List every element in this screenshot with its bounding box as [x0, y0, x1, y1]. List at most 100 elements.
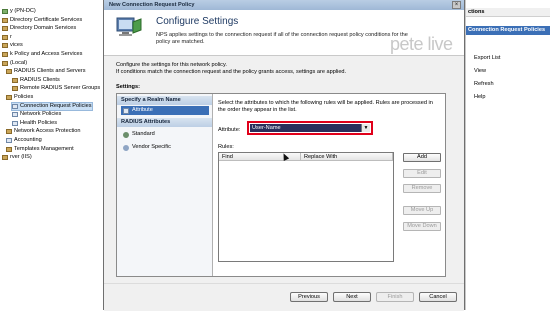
tree-item-label: r: [10, 33, 12, 40]
action-refresh[interactable]: Refresh: [474, 81, 494, 87]
actions-subtitle[interactable]: Connection Request Policies: [466, 26, 550, 35]
globe-icon: [123, 131, 129, 138]
next-button[interactable]: Next: [333, 292, 371, 302]
nav-item-attribute[interactable]: Attribute: [121, 106, 209, 115]
attribute-value: User-Name: [252, 125, 281, 131]
folder-icon: [6, 146, 12, 152]
tree-item[interactable]: Health Policies: [12, 120, 57, 127]
folder-icon: [2, 26, 8, 32]
attribute-icon: [123, 107, 129, 114]
folder-icon: [2, 17, 8, 23]
tree-item[interactable]: y (PN-DC): [2, 8, 36, 15]
tree-item[interactable]: Templates Management: [6, 146, 74, 153]
attribute-dropdown[interactable]: User-Name ▼: [250, 124, 370, 132]
column-replace-with[interactable]: Replace With: [301, 153, 393, 161]
tree-item[interactable]: Directory Domain Services: [2, 25, 76, 32]
nav-item-label: Attribute: [132, 107, 153, 113]
folder-icon: [6, 95, 12, 100]
tree-item[interactable]: RADIUS Clients and Servers: [6, 68, 86, 75]
tree-item-label: k Policy and Access Services: [10, 51, 83, 57]
tree-item[interactable]: vices: [2, 42, 23, 49]
page-icon: [12, 112, 18, 118]
move-up-button[interactable]: Move Up: [403, 206, 441, 215]
tree-item-label: RADIUS Clients and Servers: [14, 68, 86, 75]
tree-item-label: Remote RADIUS Server Groups: [20, 85, 101, 92]
nav-item-label: Vendor Specific: [132, 144, 171, 150]
rules-label: Rules:: [218, 144, 234, 150]
wizard-header: Configure Settings NPS applies settings …: [104, 10, 464, 56]
tree-item[interactable]: r: [2, 34, 12, 41]
nav-section-radius: RADIUS Attributes: [117, 118, 212, 127]
tree-item-label: RADIUS Clients: [20, 76, 60, 83]
tree-item-label: Templates Management: [14, 145, 74, 152]
tree-item[interactable]: k Policy and Access Services: [2, 51, 82, 58]
move-down-button[interactable]: Move Down: [403, 222, 441, 231]
tree-item-label: Policies: [14, 94, 34, 100]
attribute-label: Attribute:: [218, 127, 241, 133]
tree-item[interactable]: rver (IIS): [2, 154, 32, 161]
pane-description: Select the attributes to which the follo…: [218, 100, 433, 113]
action-help[interactable]: Help: [474, 94, 486, 100]
page-icon: [6, 138, 12, 143]
edit-button[interactable]: Edit: [403, 169, 441, 178]
tree-item-label: Directory Domain Services: [10, 25, 77, 32]
tree-item-label: Network Policies: [20, 111, 62, 118]
nav-item-label: Standard: [132, 131, 155, 137]
tree-item[interactable]: Accounting: [6, 137, 42, 144]
tree-item-label: (Local): [10, 59, 28, 66]
folder-icon: [2, 34, 8, 40]
server-icon: [2, 9, 8, 14]
page-icon: [12, 120, 18, 126]
wizard-footer: Previous Next Finish Cancel: [104, 283, 464, 311]
dialog-title: New Connection Request Policy: [109, 2, 195, 8]
chevron-down-icon[interactable]: ▼: [361, 124, 370, 132]
finish-button[interactable]: Finish: [376, 292, 414, 302]
console-tree: y (PN-DC) Directory Certificate Services D…: [0, 0, 105, 310]
action-view[interactable]: View: [474, 68, 486, 74]
tree-item-label: y (PN-DC): [10, 8, 36, 14]
tree-item[interactable]: Network Policies: [12, 111, 61, 118]
tree-item-label: Health Policies: [20, 119, 57, 126]
computer-icon: [116, 17, 142, 36]
page-title: Configure Settings: [156, 16, 239, 27]
tree-item-label: vices: [10, 42, 23, 49]
settings-nav: Specify a Realm Name Attribute RADIUS At…: [117, 94, 213, 276]
actions-title: ctions: [466, 8, 550, 17]
tree-item[interactable]: Network Access Protection: [6, 128, 81, 135]
folder-icon: [2, 52, 8, 57]
nav-item-standard[interactable]: Standard: [121, 130, 209, 139]
intro-text: Configure the settings for this network …: [116, 62, 347, 75]
add-button[interactable]: Add: [403, 153, 441, 162]
tree-item-label: Accounting: [14, 137, 42, 143]
page-description: NPS applies settings to the connection r…: [156, 32, 408, 45]
folder-icon: [2, 155, 8, 161]
tree-item[interactable]: Connection Request Policies: [11, 101, 93, 111]
vendor-icon: [123, 144, 129, 151]
action-export-list[interactable]: Export List: [474, 55, 500, 61]
folder-icon: [2, 43, 8, 49]
attribute-pane: Select the attributes to which the follo…: [213, 94, 445, 276]
previous-button[interactable]: Previous: [290, 292, 328, 302]
tree-item[interactable]: (Local): [2, 60, 27, 67]
cancel-button[interactable]: Cancel: [419, 292, 457, 302]
page-icon: [12, 103, 18, 109]
folder-icon: [6, 129, 12, 135]
tree-item[interactable]: RADIUS Clients: [12, 77, 60, 84]
tree-item[interactable]: Policies: [6, 94, 33, 101]
watermark-logo: pete live: [390, 34, 453, 54]
tree-item[interactable]: Remote RADIUS Server Groups: [12, 85, 100, 92]
folder-icon: [2, 60, 8, 66]
tree-item-label: rver (IIS): [10, 154, 32, 161]
nav-section-realm: Specify a Realm Name: [117, 96, 212, 105]
tree-item-label: Network Access Protection: [14, 128, 81, 135]
tree-item-label: Connection Request Policies: [20, 102, 92, 109]
nav-item-vendor-specific[interactable]: Vendor Specific: [121, 143, 209, 152]
settings-panel: Specify a Realm Name Attribute RADIUS At…: [116, 93, 446, 277]
settings-label: Settings:: [116, 84, 140, 90]
remove-button[interactable]: Remove: [403, 184, 441, 193]
tree-item-label: Directory Certificate Services: [10, 16, 83, 23]
rules-list[interactable]: Find Replace With: [218, 152, 394, 262]
folder-icon: [6, 69, 12, 75]
tree-item[interactable]: Directory Certificate Services: [2, 17, 82, 24]
close-button[interactable]: ×: [452, 1, 461, 9]
